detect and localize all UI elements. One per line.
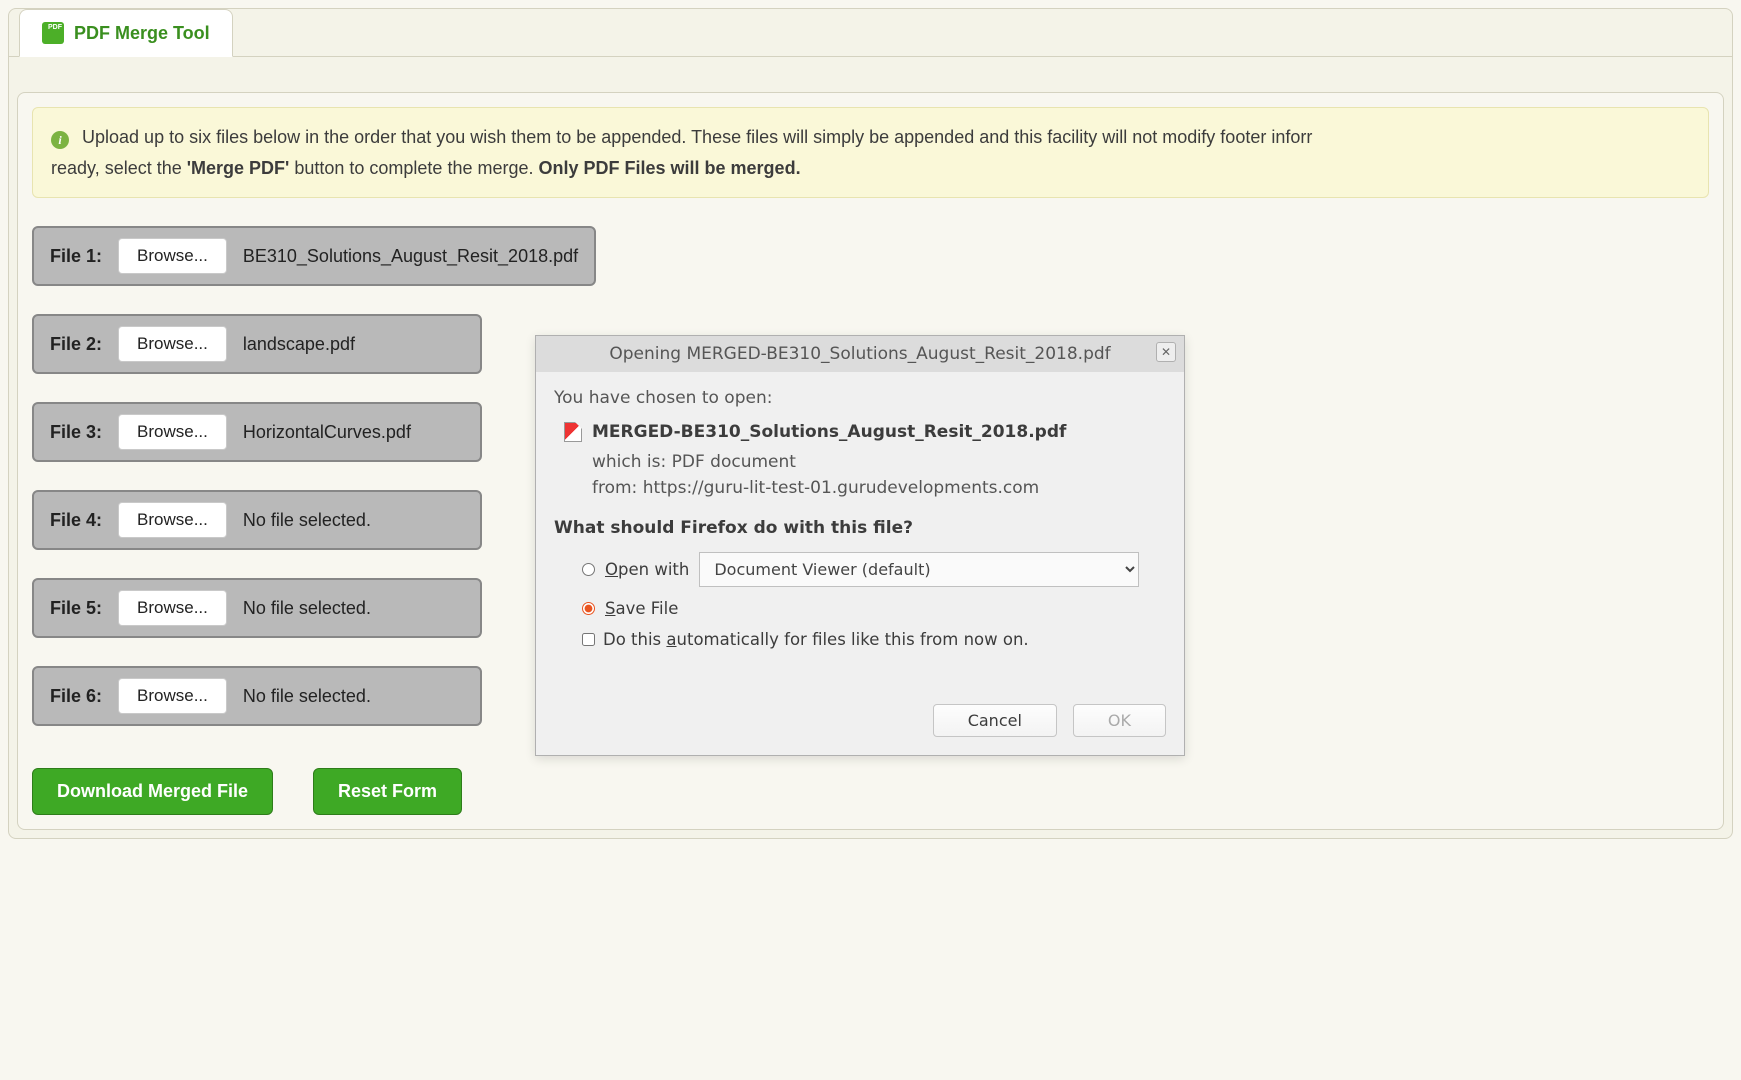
file-name-6: No file selected. (243, 686, 371, 707)
notice-only-bold: Only PDF Files will be merged. (539, 158, 801, 178)
dialog-from-line: from: https://guru-lit-test-01.gurudevel… (592, 478, 1166, 498)
file-row-3: File 3: Browse... HorizontalCurves.pdf (32, 402, 482, 462)
dialog-chosen-text: You have chosen to open: (554, 388, 1166, 408)
browse-button-6[interactable]: Browse... (118, 678, 227, 714)
file-name-3: HorizontalCurves.pdf (243, 422, 411, 443)
download-dialog: Opening MERGED-BE310_Solutions_August_Re… (535, 335, 1185, 756)
open-with-radio[interactable] (582, 563, 595, 576)
which-value: PDF document (672, 452, 796, 472)
pdf-tab-icon (42, 22, 64, 44)
file-row-6: File 6: Browse... No file selected. (32, 666, 482, 726)
file-name-2: landscape.pdf (243, 334, 355, 355)
dialog-options: Open with Document Viewer (default) Save… (582, 552, 1166, 618)
dialog-title-text: Opening MERGED-BE310_Solutions_August_Re… (609, 344, 1110, 364)
dialog-body: You have chosen to open: MERGED-BE310_So… (536, 372, 1184, 755)
file-label: File 4: (50, 510, 102, 531)
auto-checkbox-row[interactable]: Do this automatically for files like thi… (582, 630, 1166, 649)
dialog-which-line: which is: PDF document (592, 452, 1166, 472)
file-row-2: File 2: Browse... landscape.pdf (32, 314, 482, 374)
tab-label: PDF Merge Tool (74, 23, 210, 44)
from-value: https://guru-lit-test-01.gurudevelopment… (643, 478, 1040, 498)
browse-button-4[interactable]: Browse... (118, 502, 227, 538)
open-with-select[interactable]: Document Viewer (default) (699, 552, 1139, 587)
from-prefix: from: (592, 478, 643, 498)
dialog-buttons: Cancel OK (554, 704, 1166, 737)
open-with-label: Open with (605, 560, 689, 579)
auto-checkbox[interactable] (582, 633, 595, 646)
notice-text-2: ready, select the (51, 158, 187, 178)
browse-button-2[interactable]: Browse... (118, 326, 227, 362)
file-label: File 6: (50, 686, 102, 707)
pdf-file-icon (564, 422, 582, 442)
dialog-filename: MERGED-BE310_Solutions_August_Resit_2018… (592, 422, 1066, 442)
reset-form-button[interactable]: Reset Form (313, 768, 462, 815)
file-label: File 5: (50, 598, 102, 619)
download-merged-button[interactable]: Download Merged File (32, 768, 273, 815)
info-icon: i (51, 131, 69, 149)
file-label: File 1: (50, 246, 102, 267)
save-file-label: Save File (605, 599, 678, 618)
dialog-titlebar: Opening MERGED-BE310_Solutions_August_Re… (536, 336, 1184, 372)
file-row-4: File 4: Browse... No file selected. (32, 490, 482, 550)
file-row-5: File 5: Browse... No file selected. (32, 578, 482, 638)
file-name-5: No file selected. (243, 598, 371, 619)
cancel-button[interactable]: Cancel (933, 704, 1057, 737)
save-file-option[interactable]: Save File (582, 599, 1166, 618)
close-icon[interactable]: ✕ (1156, 342, 1176, 362)
file-name-1: BE310_Solutions_August_Resit_2018.pdf (243, 246, 578, 267)
notice-text-3: button to complete the merge. (294, 158, 538, 178)
which-prefix: which is: (592, 452, 672, 472)
tab-pdf-merge[interactable]: PDF Merge Tool (19, 9, 233, 57)
open-with-option[interactable]: Open with Document Viewer (default) (582, 552, 1166, 587)
file-label: File 3: (50, 422, 102, 443)
tab-bar: PDF Merge Tool (9, 9, 1732, 57)
browse-button-1[interactable]: Browse... (118, 238, 227, 274)
ok-button[interactable]: OK (1073, 704, 1166, 737)
notice-banner: i Upload up to six files below in the or… (32, 107, 1709, 198)
notice-text-1: Upload up to six files below in the orde… (82, 127, 1312, 147)
action-row: Download Merged File Reset Form (32, 768, 1709, 815)
file-name-4: No file selected. (243, 510, 371, 531)
notice-merge-bold: 'Merge PDF' (187, 158, 290, 178)
dialog-question: What should Firefox do with this file? (554, 518, 1166, 538)
dialog-file-row: MERGED-BE310_Solutions_August_Resit_2018… (564, 422, 1166, 442)
auto-label: Do this automatically for files like thi… (603, 630, 1029, 649)
browse-button-5[interactable]: Browse... (118, 590, 227, 626)
browse-button-3[interactable]: Browse... (118, 414, 227, 450)
file-label: File 2: (50, 334, 102, 355)
file-row-1: File 1: Browse... BE310_Solutions_August… (32, 226, 596, 286)
save-file-radio[interactable] (582, 602, 595, 615)
